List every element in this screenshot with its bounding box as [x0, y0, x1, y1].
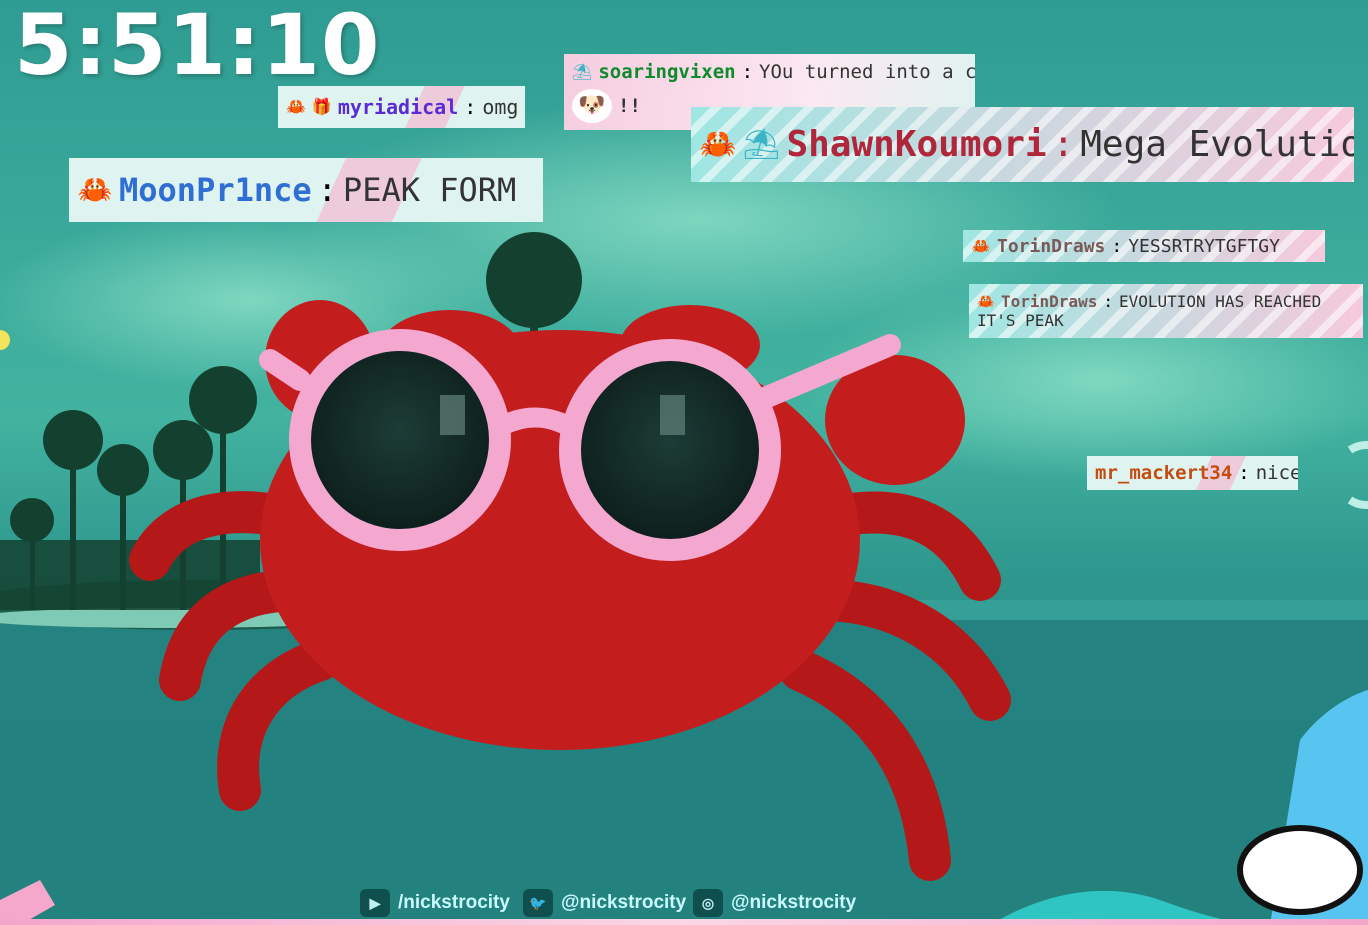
chat-text: Mega Evolution — [1080, 124, 1354, 165]
chat-username: myriadical — [337, 95, 459, 119]
chat-text: EVOLUTION HAS REACHED — [1118, 292, 1322, 311]
chat-username: soaringvixen — [598, 61, 736, 83]
crab-icon: 🦀 — [77, 173, 113, 206]
crab-icon: 🦀 — [286, 97, 306, 116]
bottom-accent-bar — [0, 919, 1368, 925]
chat-text: nice — [1255, 462, 1298, 484]
crab-icon: 🦀 — [977, 293, 995, 310]
umbrella-icon: ⛱ — [572, 62, 593, 81]
chat-username: TorinDraws — [997, 235, 1106, 257]
chat-text: YOu turned into a crab — [759, 61, 975, 83]
chat-text: PEAK FORM — [342, 171, 517, 209]
chat-text: YESSRTRYTGFTGY — [1128, 235, 1280, 257]
purple-crab-icon: 🦀 — [699, 126, 737, 162]
chat-username: MoonPr1nce — [119, 171, 312, 209]
gift-icon: 🎁 — [311, 97, 332, 116]
chat-message: 🦀 🎁 myriadical : omg — [278, 86, 525, 128]
youtube-handle: /nickstrocity — [398, 892, 510, 913]
social-instagram[interactable]: ◎ @nickstrocity — [693, 889, 856, 917]
chat-message: 🦀 MoonPr1nce : PEAK FORM — [69, 158, 543, 222]
chat-separator: : — [1238, 462, 1250, 484]
instagram-icon: ◎ — [693, 889, 723, 917]
chat-message: 🦀 TorinDraws : EVOLUTION HAS REACHED IT'… — [969, 284, 1363, 338]
crab-icon: 🦀 — [971, 236, 991, 255]
chat-separator: : — [741, 61, 754, 83]
social-twitter[interactable]: 🐦 @nickstrocity — [523, 889, 686, 917]
chat-separator: : — [1111, 235, 1123, 257]
chat-text-line2: IT'S PEAK — [977, 311, 1064, 330]
chat-separator: : — [317, 171, 337, 209]
dog-emote-icon: 🐶 — [572, 89, 612, 123]
chat-text: omg — [482, 95, 519, 119]
stream-timer: 5:51:10 — [14, 0, 381, 94]
chat-separator: : — [1052, 124, 1075, 165]
umbrella-icon: ⛱ — [742, 126, 781, 162]
chat-username: mr_mackert34 — [1095, 462, 1233, 484]
social-youtube[interactable]: ▶ /nickstrocity — [360, 889, 510, 917]
chat-username: ShawnKoumori — [786, 124, 1047, 165]
chat-separator: : — [1103, 292, 1113, 311]
chat-message: 🦀 TorinDraws : YESSRTRYTGFTGY — [963, 230, 1325, 262]
youtube-icon: ▶ — [360, 889, 390, 917]
twitter-icon: 🐦 — [523, 889, 553, 917]
chat-message: mr_mackert34 : nice — [1087, 456, 1298, 490]
twitter-handle: @nickstrocity — [561, 892, 687, 913]
instagram-handle: @nickstrocity — [731, 892, 857, 913]
chat-separator: : — [464, 95, 477, 119]
chat-message: 🦀 ⛱ ShawnKoumori : Mega Evolution — [691, 107, 1354, 182]
chat-text-line2: !! — [618, 95, 641, 117]
chat-username: TorinDraws — [1001, 292, 1098, 311]
